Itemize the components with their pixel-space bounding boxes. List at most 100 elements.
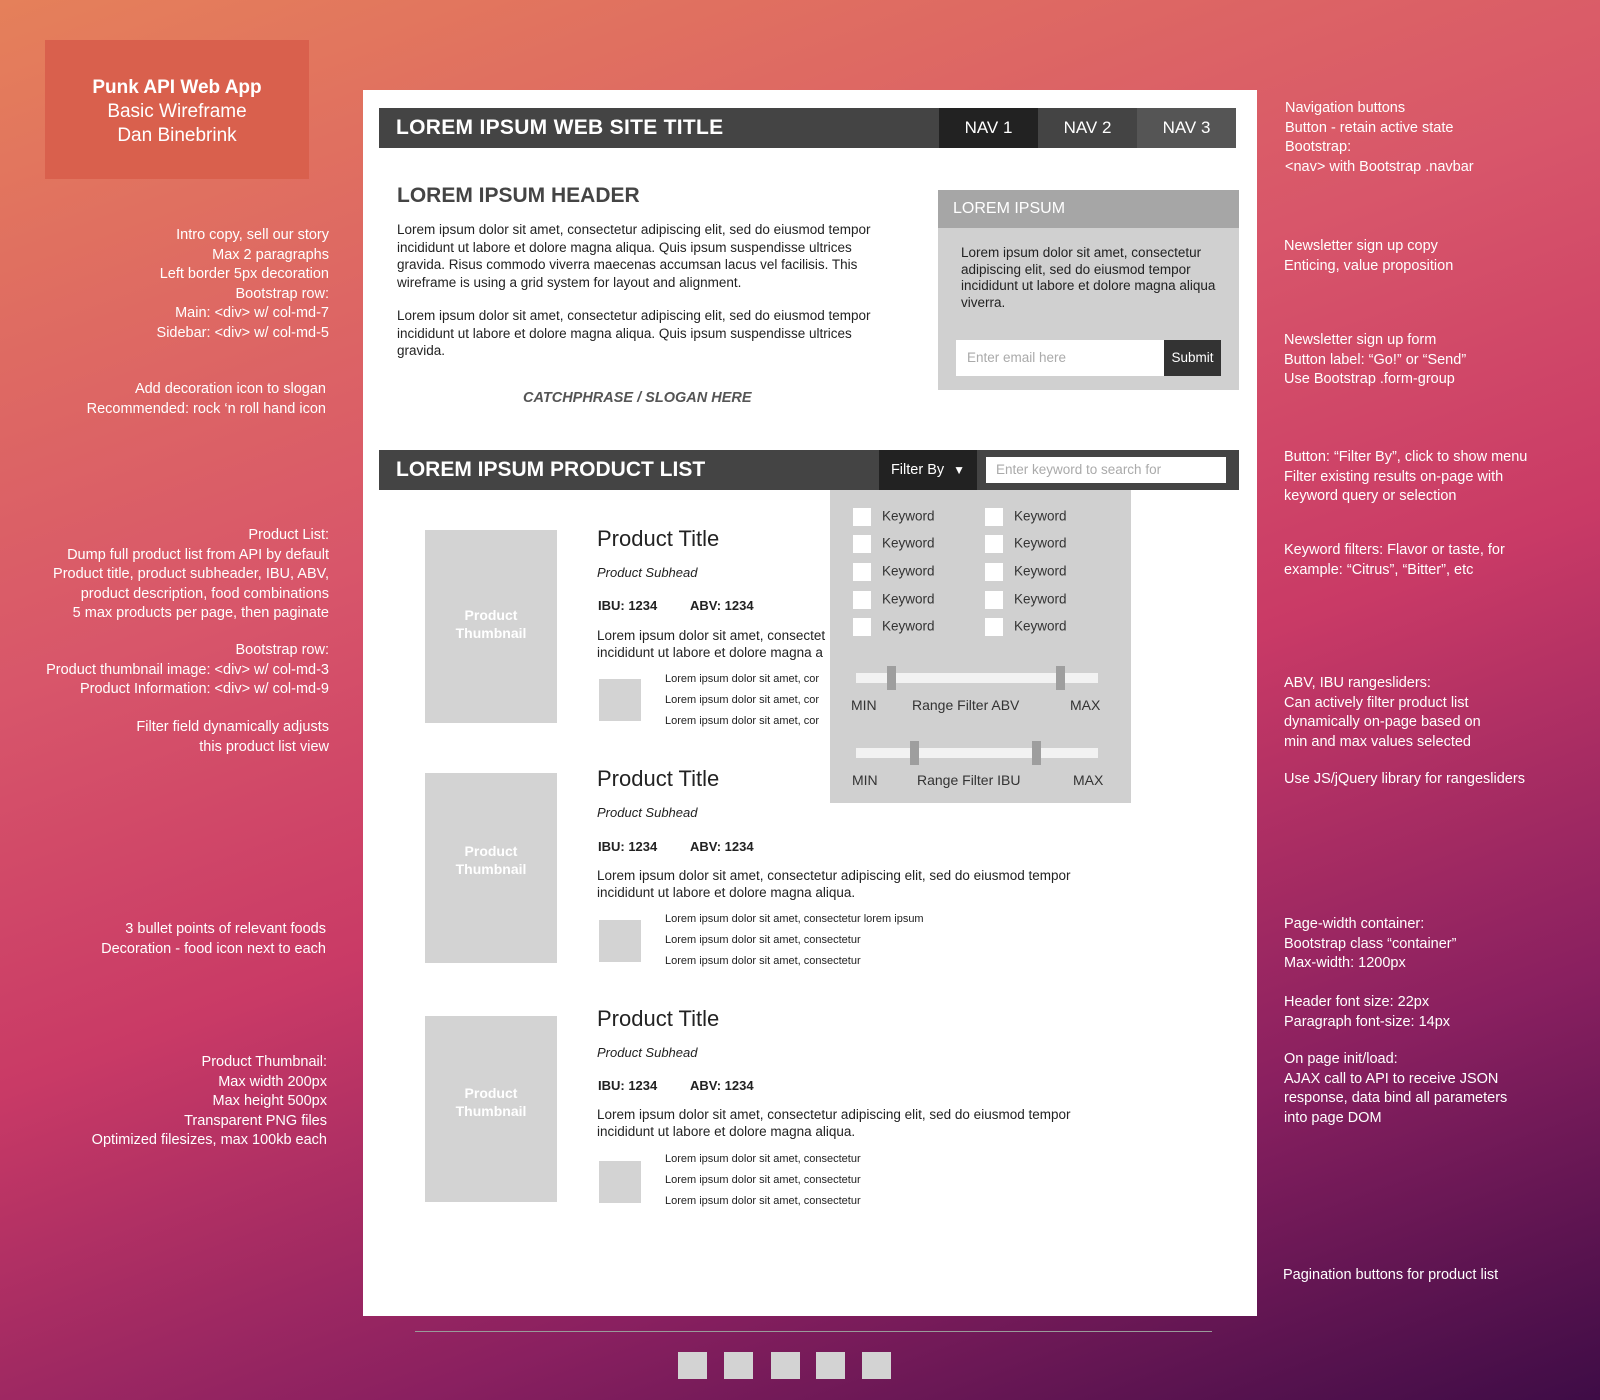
product-abv: ABV: 1234 — [690, 598, 754, 613]
keyword-label: Keyword — [1014, 591, 1067, 607]
note-intro: Intro copy, sell our story Max 2 paragra… — [156, 227, 329, 341]
product-ibu: IBU: 1234 — [598, 598, 658, 613]
thumb-label-1: Product — [464, 1085, 518, 1101]
slogan: CATCHPHRASE / SLOGAN HERE — [523, 390, 752, 406]
caret-down-icon: ▼ — [953, 463, 966, 477]
product-title[interactable]: Product Title — [597, 1006, 719, 1032]
submit-button[interactable]: Submit — [1164, 340, 1221, 376]
keyword-checkbox[interactable]: Keyword — [985, 618, 1067, 636]
intro-paragraph-2: Lorem ipsum dolor sit amet, consectetur … — [397, 308, 871, 358]
product-thumbnail[interactable]: Product Thumbnail — [425, 1016, 557, 1202]
note-slogan: Add decoration icon to slogan Recommende… — [86, 381, 326, 417]
food-icon — [599, 679, 641, 721]
abv-min-handle[interactable] — [887, 666, 896, 690]
food-list: Lorem ipsum dolor sit amet, consectetur … — [665, 1149, 861, 1212]
food-item: Lorem ipsum dolor sit amet, consectetur — [665, 1174, 861, 1186]
desc-line: Lorem ipsum dolor sit amet, consectet — [597, 628, 826, 643]
nav-button-3[interactable]: NAV 3 — [1137, 108, 1236, 148]
keyword-checkbox[interactable]: Keyword — [853, 563, 935, 581]
product-title[interactable]: Product Title — [597, 766, 719, 792]
product-list-title: LOREM IPSUM PRODUCT LIST — [396, 458, 706, 481]
keyword-checkbox[interactable]: Keyword — [853, 591, 935, 609]
keyword-checkbox[interactable]: Keyword — [853, 508, 935, 526]
abv-min-label: MIN — [851, 697, 877, 713]
checkbox-icon[interactable] — [853, 535, 871, 553]
keyword-checkbox[interactable]: Keyword — [985, 508, 1067, 526]
keyword-checkbox[interactable]: Keyword — [985, 535, 1067, 553]
product-abv: ABV: 1234 — [690, 1078, 754, 1093]
credit-app-name: Punk API Web App — [92, 77, 262, 98]
checkbox-icon[interactable] — [985, 535, 1003, 553]
ibu-range-track[interactable] — [856, 748, 1098, 758]
product-ibu: IBU: 1234 — [598, 839, 658, 854]
nav-button-1[interactable]: NAV 1 — [939, 108, 1038, 148]
note-filter-by: Button: “Filter By”, click to show menu … — [1284, 449, 1528, 504]
product-list-bar: LOREM IPSUM PRODUCT LIST Filter By ▼ Ent… — [379, 450, 1239, 490]
site-title[interactable]: LOREM IPSUM WEB SITE TITLE — [396, 108, 723, 148]
intro-header: LOREM IPSUM HEADER — [397, 184, 640, 207]
checkbox-icon[interactable] — [853, 591, 871, 609]
checkbox-icon[interactable] — [985, 508, 1003, 526]
keyword-label: Keyword — [882, 563, 935, 579]
product-description: Lorem ipsum dolor sit amet, consectet in… — [597, 627, 827, 661]
pagination-button-3[interactable] — [771, 1352, 800, 1379]
keyword-label: Keyword — [882, 508, 935, 524]
food-icon — [599, 920, 641, 962]
abv-max-handle[interactable] — [1056, 666, 1065, 690]
keyword-checkbox[interactable]: Keyword — [985, 563, 1067, 581]
note-bullets: 3 bullet points of relevant foods Decora… — [101, 921, 326, 957]
keyword-checkbox[interactable]: Keyword — [985, 591, 1067, 609]
checkbox-icon[interactable] — [985, 591, 1003, 609]
note-newsletter-form: Newsletter sign up form Button label: “G… — [1284, 332, 1467, 387]
note-jquery: Use JS/jQuery library for rangesliders — [1284, 771, 1525, 787]
food-item: Lorem ipsum dolor sit amet, cor — [665, 694, 820, 706]
pagination-button-5[interactable] — [862, 1352, 891, 1379]
ibu-max-handle[interactable] — [1032, 741, 1041, 765]
thumb-label-2: Thumbnail — [455, 1103, 527, 1119]
checkbox-icon[interactable] — [985, 563, 1003, 581]
food-item: Lorem ipsum dolor sit amet, cor — [665, 715, 820, 727]
thumb-label-1: Product — [464, 607, 518, 623]
divider — [415, 1331, 1212, 1332]
checkbox-icon[interactable] — [853, 563, 871, 581]
desc-line: Lorem ipsum dolor sit amet, consectetur … — [597, 868, 1071, 883]
keyword-search-input[interactable]: Enter keyword to search for — [986, 457, 1226, 483]
note-init: On page init/load: AJAX call to API to r… — [1284, 1051, 1508, 1126]
nav-button-2[interactable]: NAV 2 — [1038, 108, 1137, 148]
desc-line: incididunt ut labore et dolore magna ali… — [597, 1124, 856, 1139]
filter-menu: Keyword Keyword Keyword Keyword Keyword … — [830, 490, 1131, 803]
food-list: Lorem ipsum dolor sit amet, cor Lorem ip… — [665, 669, 819, 732]
email-input[interactable]: Enter email here — [956, 340, 1164, 376]
abv-range-label: Range Filter ABV — [912, 697, 1020, 713]
note-fonts: Header font size: 22px Paragraph font-si… — [1284, 994, 1451, 1030]
filter-by-button[interactable]: Filter By ▼ — [879, 450, 977, 490]
ibu-min-handle[interactable] — [910, 741, 919, 765]
wireframe-page: LOREM IPSUM WEB SITE TITLE NAV 1 NAV 2 N… — [363, 90, 1257, 1379]
product-subhead: Product Subhead — [597, 805, 698, 820]
product-description: Lorem ipsum dolor sit amet, consectetur … — [597, 867, 1097, 901]
keyword-label: Keyword — [1014, 618, 1067, 634]
keyword-checkbox[interactable]: Keyword — [853, 618, 935, 636]
checkbox-icon[interactable] — [853, 618, 871, 636]
product-title[interactable]: Product Title — [597, 526, 719, 552]
note-thumbnail: Product Thumbnail: Max width 200px Max h… — [91, 1054, 327, 1148]
product-thumbnail[interactable]: Product Thumbnail — [425, 773, 557, 963]
product-thumbnail[interactable]: Product Thumbnail — [425, 530, 557, 723]
checkbox-icon[interactable] — [853, 508, 871, 526]
credit-subtitle: Basic Wireframe — [107, 101, 247, 122]
keyword-label: Keyword — [882, 618, 935, 634]
food-icon — [599, 1161, 641, 1203]
keyword-label: Keyword — [882, 591, 935, 607]
navbar: LOREM IPSUM WEB SITE TITLE NAV 1 NAV 2 N… — [379, 108, 1236, 148]
pagination-button-1[interactable] — [678, 1352, 707, 1379]
desc-line: incididunt ut labore et dolore magna a — [597, 645, 823, 660]
ibu-max-label: MAX — [1073, 772, 1104, 788]
product-ibu: IBU: 1234 — [598, 1078, 658, 1093]
thumb-label-1: Product — [464, 843, 518, 859]
checkbox-icon[interactable] — [985, 618, 1003, 636]
keyword-checkbox[interactable]: Keyword — [853, 535, 935, 553]
note-newsletter-copy: Newsletter sign up copy Enticing, value … — [1284, 238, 1454, 274]
pagination-button-4[interactable] — [816, 1352, 845, 1379]
pagination-button-2[interactable] — [724, 1352, 753, 1379]
note-product-list: Product List: Dump full product list fro… — [53, 527, 329, 621]
